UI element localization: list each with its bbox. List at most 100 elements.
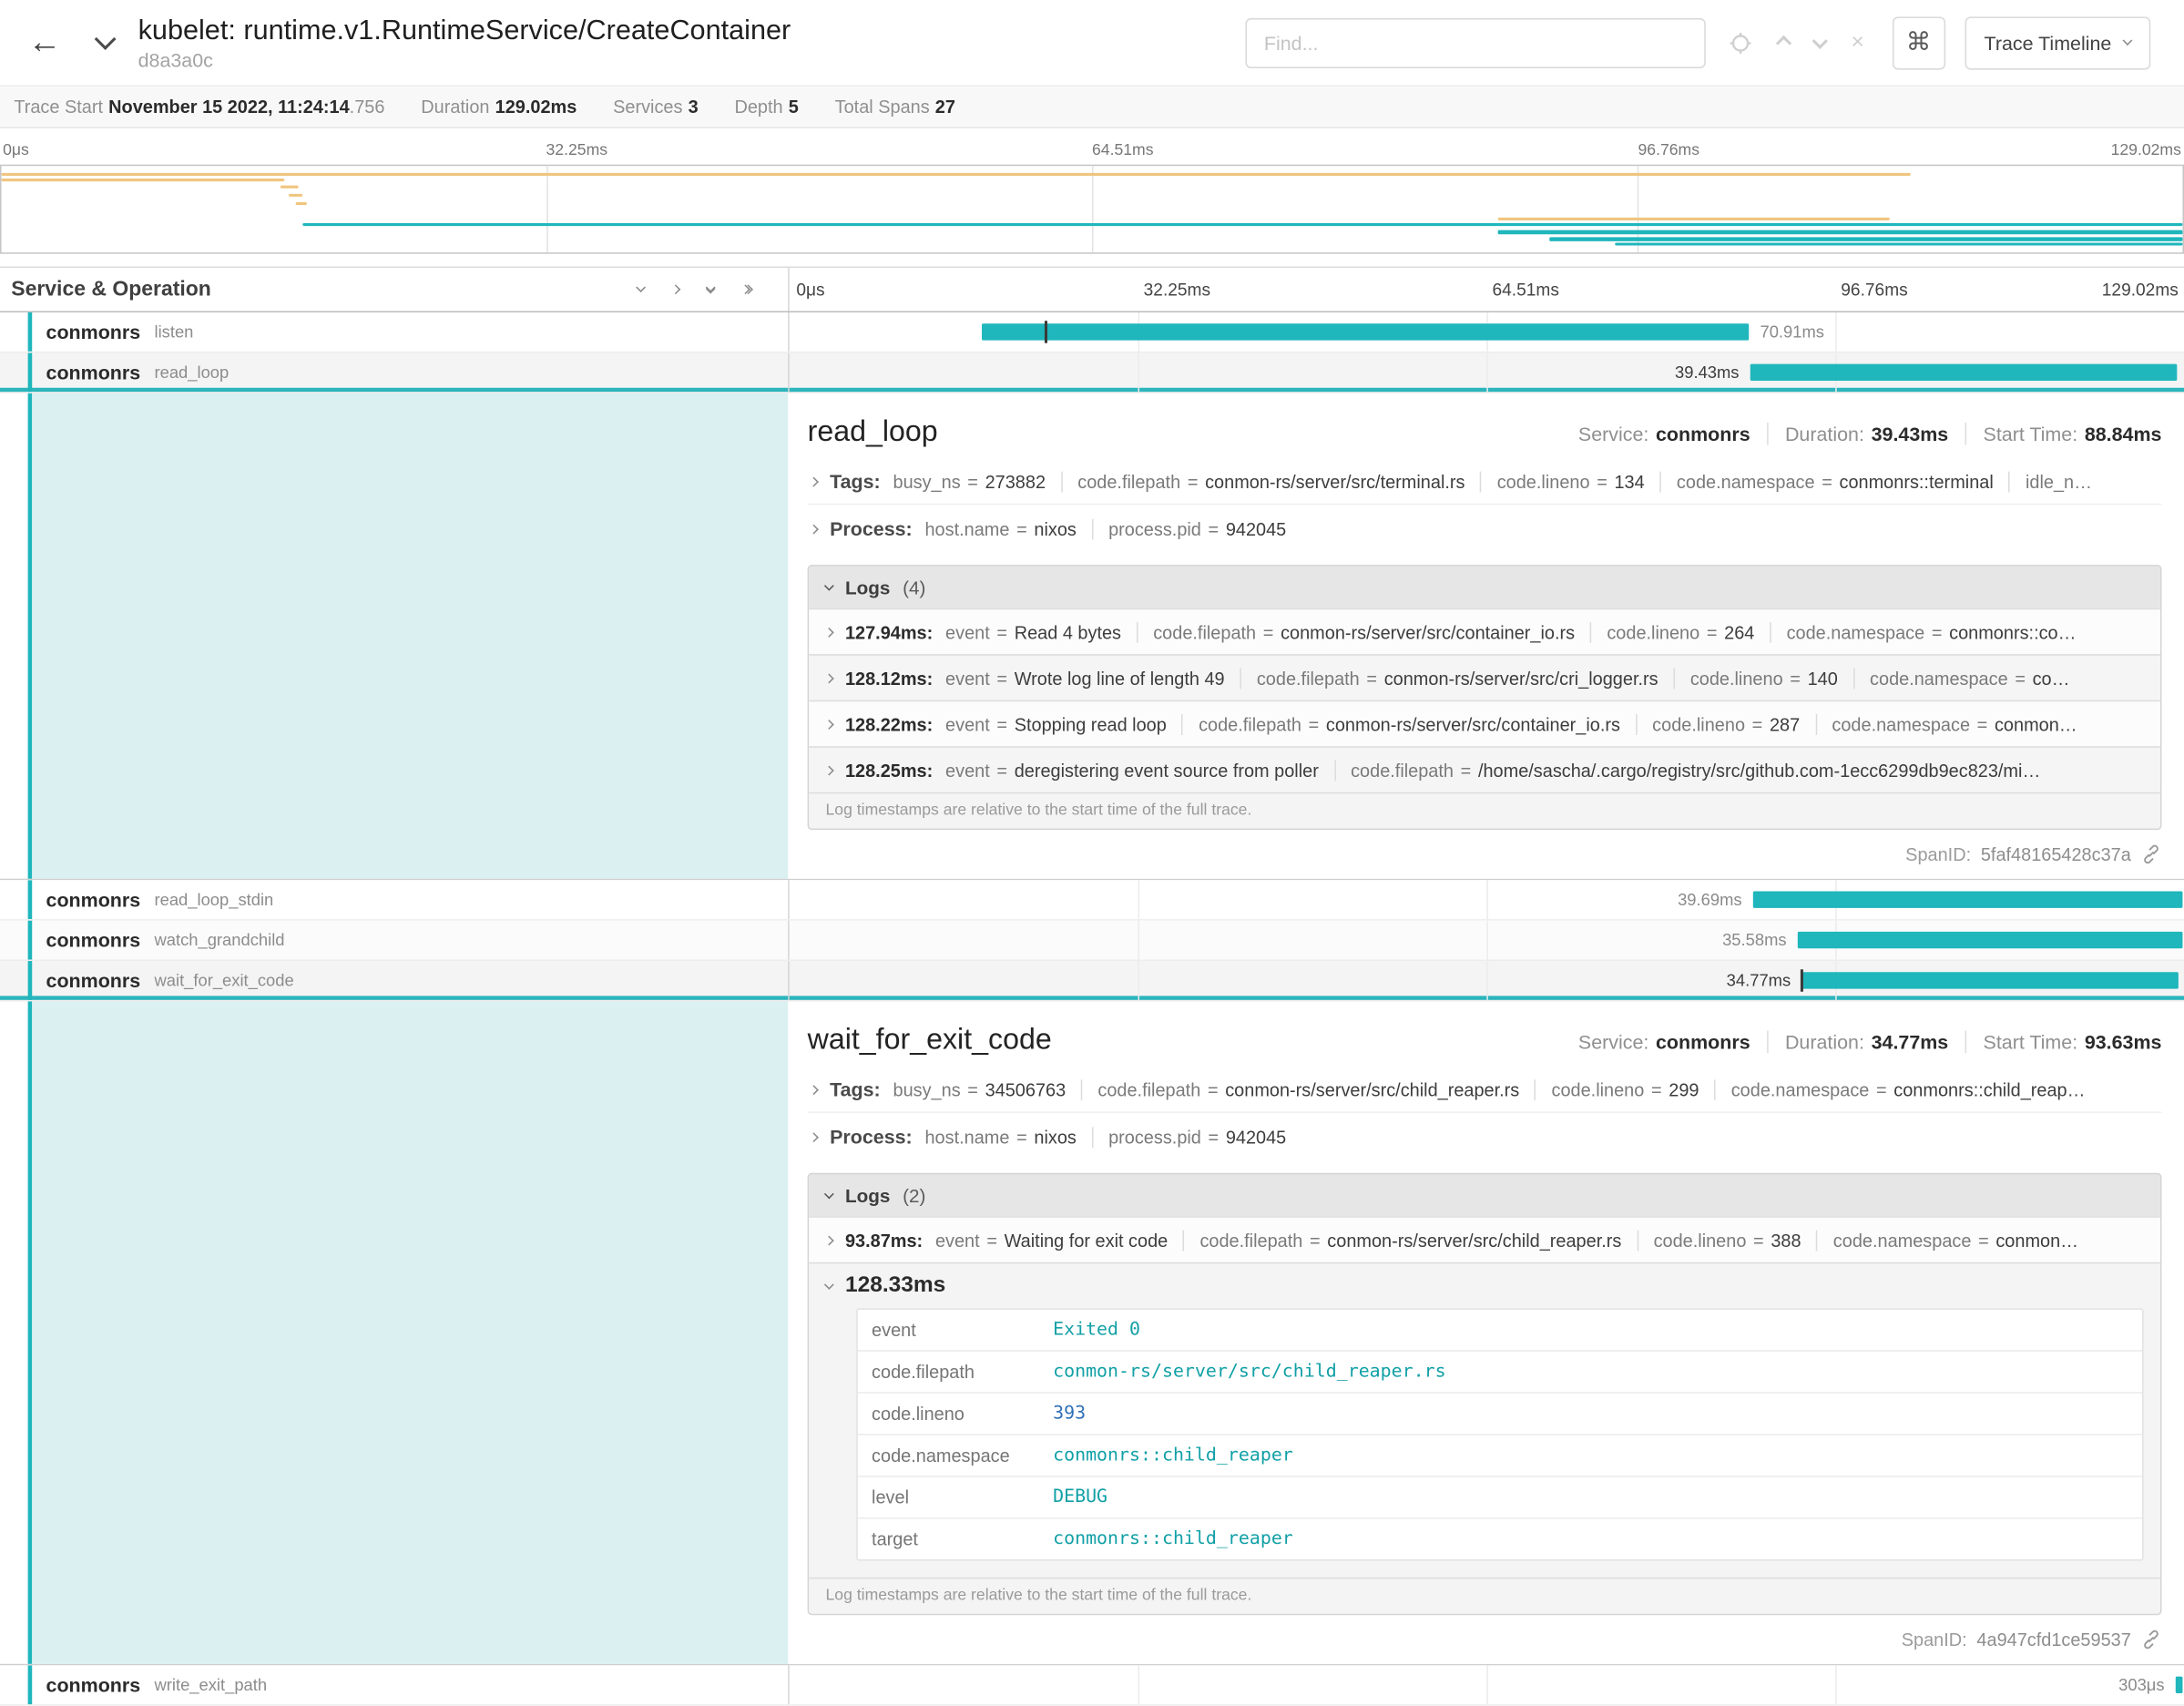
span-timeline-cell[interactable]: 35.58ms: [788, 921, 2184, 960]
collapse-trace-button[interactable]: [92, 24, 118, 61]
log-entry[interactable]: 127.94ms: event=Read 4 bytes code.filepa…: [809, 608, 2160, 655]
span-id-label: SpanID:: [1902, 1629, 1967, 1650]
span-row-read-loop[interactable]: conmonrs read_loop 39.43ms: [0, 352, 2184, 393]
minimap-span-line: [1497, 218, 1890, 220]
log-entry-expanded-header[interactable]: 128.33ms: [826, 1263, 2144, 1308]
span-name-cell[interactable]: conmonrs write_exit_path: [0, 1665, 788, 1704]
chevron-right-icon: [809, 1085, 819, 1095]
clear-find-button[interactable]: ×: [1848, 28, 1866, 56]
span-detail-title: read_loop: [808, 415, 938, 449]
log-entry[interactable]: 128.12ms: event=Wrote log line of length…: [809, 654, 2160, 700]
logs-label: Logs: [845, 1185, 890, 1206]
tick-label: 64.51ms: [1092, 142, 1154, 158]
span-bar[interactable]: [1753, 891, 2183, 907]
collapse-all-button[interactable]: [704, 282, 717, 296]
minimap-gridline: [546, 166, 548, 252]
tag: code.lineno=299: [1535, 1078, 1699, 1099]
log-timestamp: 128.33ms: [845, 1273, 945, 1299]
span-bar[interactable]: [1801, 972, 2178, 988]
span-bar[interactable]: [2176, 1677, 2183, 1693]
span-bar[interactable]: [982, 323, 1749, 340]
close-icon: ×: [1852, 31, 1864, 54]
link-icon: [2141, 1629, 2162, 1650]
span-name-cell[interactable]: conmonrs read_loop_stdin: [0, 880, 788, 919]
span-bar[interactable]: [1750, 364, 2178, 381]
back-icon: ←: [28, 23, 62, 60]
service-name: conmonrs: [46, 321, 141, 343]
find-controls: ×: [1726, 27, 1867, 58]
expand-all-button[interactable]: [740, 283, 755, 296]
span-duration-label: 39.69ms: [1678, 890, 1741, 909]
minimap-canvas[interactable]: [0, 165, 2184, 254]
span-timeline-cell[interactable]: 39.43ms: [788, 352, 2184, 392]
span-duration-label: 70.91ms: [1760, 322, 1823, 342]
logs-box: Logs (4) 127.94ms: event=Read 4 bytes co…: [808, 565, 2162, 830]
tick-label: 32.25ms: [1144, 281, 1210, 300]
span-bar[interactable]: [1798, 932, 2183, 948]
span-detail-panel: wait_for_exit_code Service:conmonrs Dura…: [788, 1001, 2184, 1663]
span-row-watch-grandchild[interactable]: conmonrs watch_grandchild 35.58ms: [0, 921, 2184, 961]
service-name: conmonrs: [46, 362, 141, 384]
span-detail-meta: Service:conmonrs Duration:34.77ms Start …: [1578, 1031, 2162, 1054]
span-name-cell[interactable]: conmonrs read_loop: [0, 352, 788, 392]
tick-label: 129.02ms: [2111, 142, 2181, 158]
tag: busy_ns=273882: [893, 471, 1046, 492]
process-tag: host.name=nixos: [924, 518, 1076, 539]
logs-header[interactable]: Logs (4): [809, 567, 2160, 608]
tags-section[interactable]: Tags: busy_ns=34506763 code.filepath=con…: [808, 1066, 2162, 1113]
process-fields: host.name=nixos process.pid=942045: [924, 1127, 1286, 1148]
copy-span-link-button[interactable]: [2141, 843, 2162, 864]
find-prev-button[interactable]: [1776, 35, 1792, 51]
span-rows: conmonrs listen 70.91ms conmonrs read_lo…: [0, 312, 2184, 1706]
minimap-span-line: [1497, 230, 2182, 235]
log-entry[interactable]: 128.22ms: event=Stopping read loop code.…: [809, 700, 2160, 747]
page-title: kubelet: runtime.v1.RuntimeService/Creat…: [138, 14, 791, 47]
span-timeline-cell[interactable]: 34.77ms: [788, 961, 2184, 1000]
kv-row: code.namespaceconmonrs::child_reaper: [858, 1434, 2142, 1476]
logs-header[interactable]: Logs (2): [809, 1174, 2160, 1216]
span-row-wait-for-exit-code[interactable]: conmonrs wait_for_exit_code 34.77ms: [0, 961, 2184, 1001]
span-timeline-cell[interactable]: 303μs: [788, 1665, 2184, 1704]
chevron-down-icon: [2123, 36, 2133, 46]
span-name-cell[interactable]: conmonrs watch_grandchild: [0, 921, 788, 960]
log-entry-expanded: 128.33ms eventExited 0 code.filepathconm…: [809, 1262, 2160, 1578]
tags-section[interactable]: Tags: busy_ns=273882 code.filepath=conmo…: [808, 457, 2162, 505]
log-kv-table: eventExited 0 code.filepathconmon-rs/ser…: [856, 1308, 2143, 1560]
expand-one-button[interactable]: [669, 283, 682, 296]
keyboard-shortcuts-button[interactable]: ⌘: [1892, 16, 1944, 69]
span-timeline-cell[interactable]: 39.69ms: [788, 880, 2184, 919]
back-button[interactable]: ←: [16, 20, 72, 65]
log-entry[interactable]: 93.87ms: event=Waiting for exit code cod…: [809, 1216, 2160, 1262]
chevron-up-icon: [1776, 35, 1791, 50]
trace-view-switcher[interactable]: Trace Timeline: [1965, 16, 2150, 69]
span-duration-label: 35.58ms: [1722, 930, 1786, 949]
copy-span-link-button[interactable]: [2141, 1629, 2162, 1650]
process-tag: host.name=nixos: [924, 1127, 1076, 1148]
minimap-span-line: [302, 223, 2182, 226]
log-entry[interactable]: 128.25ms: event=deregistering event sour…: [809, 746, 2160, 792]
chevron-right-icon: [670, 284, 680, 294]
service-name: conmonrs: [46, 929, 141, 952]
find-next-button[interactable]: [1812, 35, 1829, 51]
tag: idle_n…: [2009, 471, 2092, 492]
span-row-listen[interactable]: conmonrs listen 70.91ms: [0, 312, 2184, 352]
collapse-one-button[interactable]: [635, 283, 648, 296]
locate-span-button[interactable]: [1726, 27, 1757, 58]
tag-fields: busy_ns=273882 code.filepath=conmon-rs/s…: [893, 471, 2092, 492]
span-name-cell[interactable]: conmonrs listen: [0, 312, 788, 352]
process-section[interactable]: Process: host.name=nixos process.pid=942…: [808, 505, 2162, 551]
tag: code.namespace=conmonrs::terminal: [1660, 471, 1994, 492]
span-timeline-cell[interactable]: 70.91ms: [788, 312, 2184, 352]
process-tag: process.pid=942045: [1092, 518, 1287, 539]
kv-row: code.filepathconmon-rs/server/src/child_…: [858, 1350, 2142, 1392]
summary-total-spans: Total Spans27: [835, 97, 955, 117]
span-duration-label: 303μs: [2118, 1675, 2164, 1694]
process-section[interactable]: Process: host.name=nixos process.pid=942…: [808, 1113, 2162, 1159]
span-row-read-loop-stdin[interactable]: conmonrs read_loop_stdin 39.69ms: [0, 880, 2184, 920]
span-name-cell[interactable]: conmonrs wait_for_exit_code: [0, 961, 788, 1000]
tags-label: Tags:: [830, 1078, 881, 1101]
log-timestamp: 128.22ms:: [845, 713, 933, 734]
find-input[interactable]: [1246, 17, 1706, 67]
span-detail-panel: read_loop Service:conmonrs Duration:39.4…: [788, 393, 2184, 879]
chevron-right-icon: [824, 627, 834, 637]
